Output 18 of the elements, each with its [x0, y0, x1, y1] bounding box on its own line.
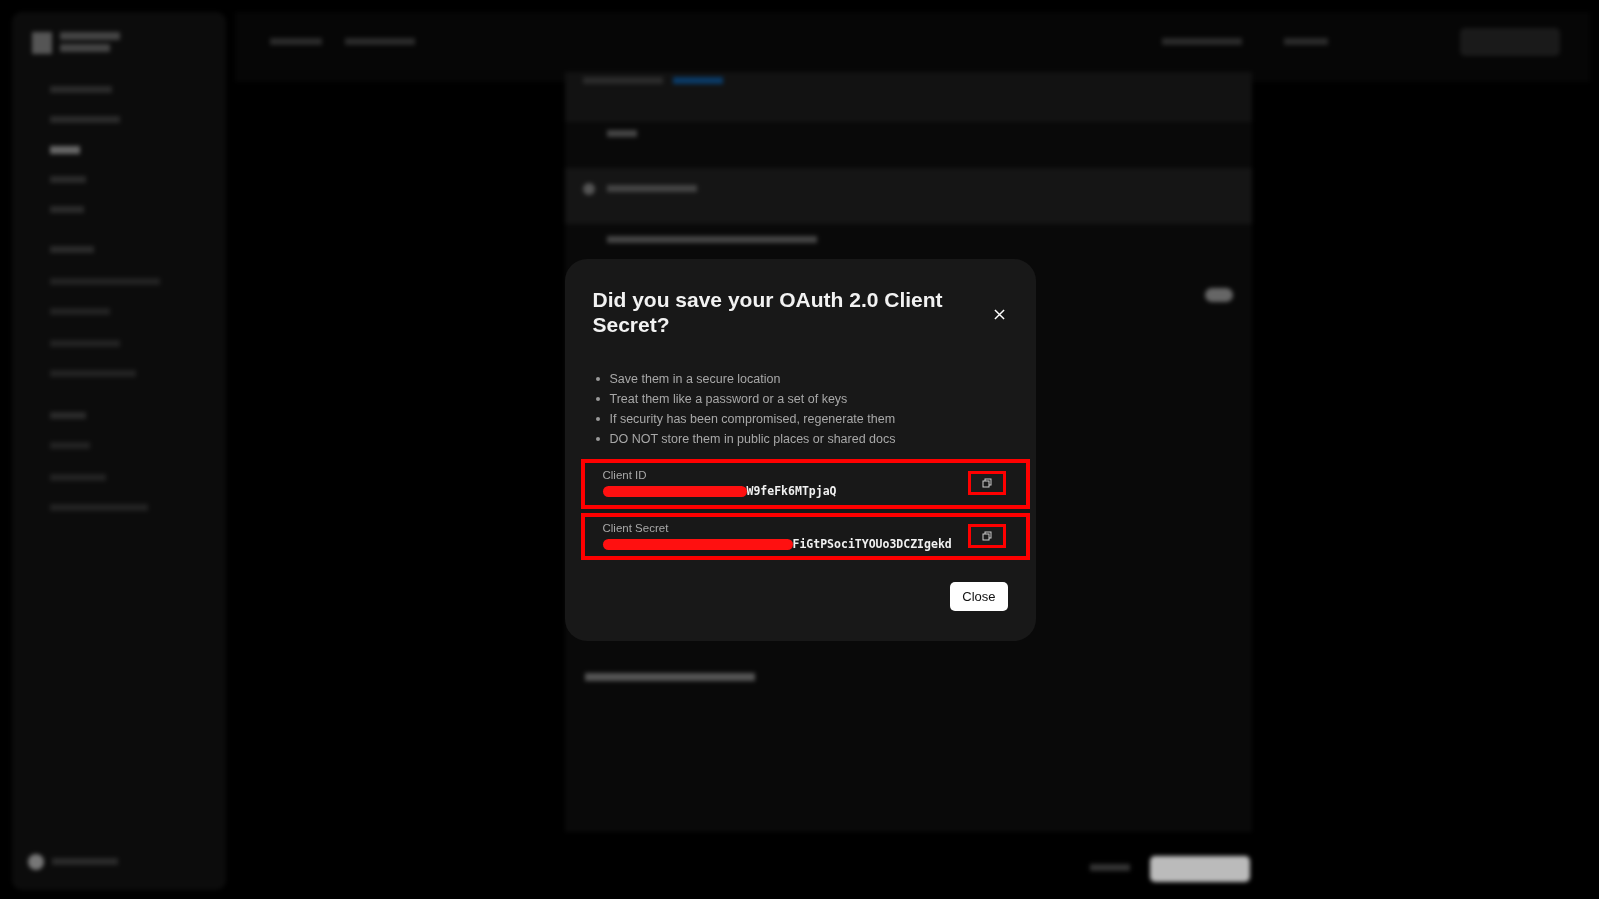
copy-icon	[981, 478, 992, 488]
bullet-icon	[595, 416, 600, 421]
copy-icon	[981, 531, 992, 541]
credential-value: FiGtPSociTYOUo3DCZIgekd	[792, 535, 952, 553]
tip-text: If security has been compromised, regenerate them	[609, 410, 896, 428]
credential-value: W9feFk6MTpjaQ	[746, 482, 837, 500]
bullet-icon	[595, 376, 600, 381]
copy-button[interactable]	[967, 471, 1006, 495]
dialog-title: Did you save your OAuth 2.0 Client Secret?	[592, 286, 944, 337]
copy-button[interactable]	[967, 524, 1006, 548]
credential-label: Client ID	[602, 467, 648, 483]
tip-text: Treat them like a password or a set of keys	[609, 390, 848, 408]
bullet-icon	[595, 436, 600, 441]
tip-text: DO NOT store them in public places or shared docs	[609, 430, 896, 448]
credential-label: Client Secret	[602, 520, 670, 536]
close-button[interactable]: Close	[950, 581, 1008, 611]
bullet-icon	[595, 396, 600, 401]
tip-text: Save them in a secure location	[609, 370, 781, 388]
